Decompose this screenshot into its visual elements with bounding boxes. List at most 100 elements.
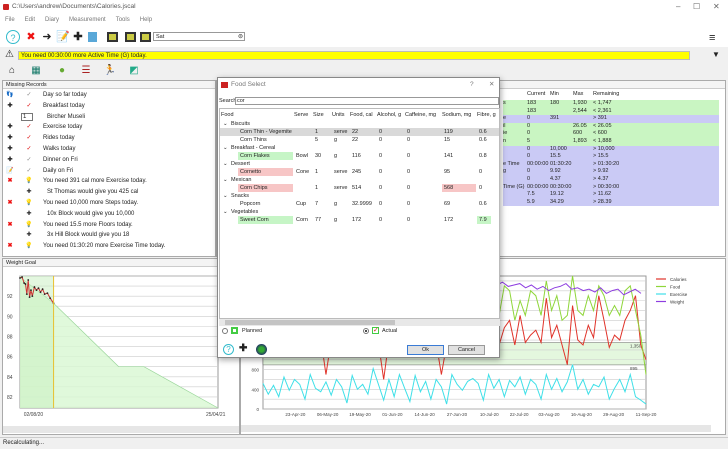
row-action-icon[interactable]: ✚ xyxy=(6,155,14,165)
food-row[interactable]: Corn Thin - Vegemite1serve22001190.60. xyxy=(220,128,499,136)
missing-record-row[interactable]: ✚ ✓ Breakfast today xyxy=(3,101,215,111)
tab-chart-icon[interactable]: ◩ xyxy=(122,63,146,78)
menu-file[interactable]: File xyxy=(5,17,15,23)
scrollbar-thumb[interactable] xyxy=(225,320,395,325)
food-row[interactable]: Corn Thins5g2200150.60. xyxy=(220,136,499,144)
column-header[interactable]: Fibre, g xyxy=(477,111,496,119)
dialog-help-button[interactable]: ? xyxy=(470,78,474,92)
tab-exercise-icon[interactable]: 🏃 xyxy=(98,63,122,78)
column-header[interactable]: Food, cal xyxy=(350,111,373,119)
tab-calendar-icon[interactable]: ▦ xyxy=(24,63,48,78)
today-icon[interactable] xyxy=(125,32,136,42)
missing-record-row[interactable]: ✚ 3x Hill Block would give you 18 xyxy=(3,230,215,240)
food-group-row[interactable]: ⌄ Biscuits xyxy=(220,120,499,128)
food-row[interactable]: Corn Chips1serve5140056802 xyxy=(220,184,499,192)
column-header[interactable]: Sodium, mg xyxy=(442,111,471,119)
menu-diary[interactable]: Diary xyxy=(45,17,59,23)
ok-button[interactable]: Ok xyxy=(407,345,444,355)
add-food-icon[interactable]: ✚ xyxy=(239,343,247,354)
row-action-icon[interactable]: ✖ xyxy=(6,176,14,186)
row-action-icon[interactable]: ✚ xyxy=(6,144,14,154)
tab-food-apple-icon[interactable]: ● xyxy=(50,63,74,78)
food-group-row[interactable]: ⌄ Snacks xyxy=(220,192,499,200)
food-group-row[interactable]: ⌄ Mexican xyxy=(220,176,499,184)
row-action-icon[interactable]: ✖ xyxy=(6,198,14,208)
menu-help[interactable]: Help xyxy=(140,17,152,23)
status-remaining: > 15.5 xyxy=(593,153,609,160)
missing-record-row[interactable]: ✚ ✓ Exercise today xyxy=(3,122,215,132)
missing-record-row[interactable]: 👣 ✓ Day so far today xyxy=(3,90,215,100)
planned-radio[interactable] xyxy=(222,328,228,334)
maximize-button[interactable]: ☐ xyxy=(693,2,700,11)
column-header[interactable]: Alcohol, g xyxy=(377,111,401,119)
missing-record-row[interactable]: ✖ 💡 You need 01:30:20 more Exercise Time t… xyxy=(3,241,215,251)
date-value: Sat xyxy=(156,34,165,40)
arrow-right-icon[interactable]: ➜ xyxy=(40,30,54,44)
warning-message[interactable]: You need 00:30:00 more Active Time (G) t… xyxy=(18,51,690,60)
missing-record-row[interactable]: ✖ 💡 You need 15.5 more Floors today. xyxy=(3,220,215,230)
collapse-chevron-icon[interactable]: ⌄ xyxy=(223,208,228,216)
food-group-row[interactable]: ⌄ Breakfast - Cereal xyxy=(220,144,499,152)
collapse-chevron-icon[interactable]: ⌄ xyxy=(223,192,228,200)
food-row[interactable]: CornettoCone1serve245009501 xyxy=(220,168,499,176)
missing-record-row[interactable]: ✚ ✓ Walks today xyxy=(3,144,215,154)
quantity-input[interactable]: 1 xyxy=(21,112,33,121)
row-action-icon[interactable]: ✚ xyxy=(6,101,14,111)
row-action-icon[interactable]: ✖ xyxy=(6,220,14,230)
food-row[interactable]: Sweet CornCorn77g172001727.94. xyxy=(220,216,499,224)
delete-icon[interactable]: ✖ xyxy=(24,30,38,44)
cancel-button[interactable]: Cancel xyxy=(448,345,485,355)
missing-record-row[interactable]: ✖ 💡 You need 391 cal more Exercise today. xyxy=(3,176,215,186)
food-row[interactable]: PopcornCup7g32.999900690.61. xyxy=(220,200,499,208)
menu-measurement[interactable]: Measurement xyxy=(69,17,106,23)
minimize-button[interactable]: – xyxy=(676,2,680,11)
add-icon[interactable]: ✚ xyxy=(71,30,85,44)
food-group-row[interactable]: ⌄ Vegetables xyxy=(220,208,499,216)
food-row[interactable]: Corn FlakesBowl30g116001410.81 xyxy=(220,152,499,160)
collapse-chevron-icon[interactable]: ⌄ xyxy=(223,120,228,128)
row-action-icon[interactable]: ✖ xyxy=(6,241,14,251)
menu-tools[interactable]: Tools xyxy=(116,17,130,23)
collapse-chevron-icon[interactable]: ⌄ xyxy=(223,176,228,184)
horizontal-scrollbar[interactable] xyxy=(241,425,711,432)
date-picker-icon[interactable]: ⊜ xyxy=(238,33,243,41)
dialog-close-button[interactable]: ✕ xyxy=(489,78,494,92)
column-header[interactable]: Units xyxy=(332,111,345,119)
date-field[interactable]: Sat ⊜ xyxy=(153,32,245,41)
row-action-icon[interactable]: ✚ xyxy=(6,122,14,132)
missing-record-row[interactable]: ✚ ✓ Dinner on Fri xyxy=(3,155,215,165)
edit-diary-icon[interactable]: 📝 xyxy=(56,30,70,44)
row-action-icon[interactable]: 📝 xyxy=(6,166,14,176)
hamburger-menu-icon[interactable]: ≡ xyxy=(709,32,715,44)
missing-record-row[interactable]: ✚ ✓ Rides today xyxy=(3,133,215,143)
menu-edit[interactable]: Edit xyxy=(25,17,35,23)
row-action-icon[interactable]: 👣 xyxy=(6,90,14,100)
tab-database-icon[interactable]: ☰ xyxy=(74,63,98,78)
missing-record-row[interactable]: ✚ St Thomas would give you 425 cal xyxy=(3,187,215,197)
horizontal-scrollbar[interactable] xyxy=(219,319,500,326)
column-header[interactable]: Size xyxy=(313,111,324,119)
missing-record-row[interactable]: ✚ 10x Block would give you 10,000 xyxy=(3,209,215,219)
next-day-icon[interactable] xyxy=(140,32,151,42)
help-icon[interactable]: ? xyxy=(223,344,234,355)
search-input[interactable]: cor xyxy=(235,97,499,105)
online-lookup-globe-icon[interactable] xyxy=(256,344,267,355)
prev-day-icon[interactable] xyxy=(107,32,118,42)
collapse-chevron-icon[interactable]: ⌄ xyxy=(223,160,228,168)
column-header[interactable]: Serve xyxy=(294,111,308,119)
missing-record-row[interactable]: 1 Bircher Museli xyxy=(3,112,215,122)
column-header[interactable]: Food xyxy=(221,111,234,119)
horizontal-scrollbar[interactable] xyxy=(3,426,239,433)
actual-radio[interactable] xyxy=(363,328,369,334)
missing-record-row[interactable]: ✖ 💡 You need 10,000 more Steps today. xyxy=(3,198,215,208)
dropdown-arrow-icon[interactable]: ▼ xyxy=(712,50,720,59)
help-icon[interactable]: ? xyxy=(6,30,20,44)
food-group-row[interactable]: ⌄ Dessert xyxy=(220,160,499,168)
save-icon[interactable] xyxy=(88,32,97,42)
row-action-icon[interactable]: ✚ xyxy=(6,133,14,143)
tab-home-icon[interactable]: ⌂ xyxy=(0,63,24,78)
missing-record-row[interactable]: 📝 ✓ Daily on Fri xyxy=(3,166,215,176)
collapse-chevron-icon[interactable]: ⌄ xyxy=(223,144,228,152)
close-button[interactable]: ✕ xyxy=(713,2,720,11)
column-header[interactable]: Caffeine, mg xyxy=(405,111,436,119)
